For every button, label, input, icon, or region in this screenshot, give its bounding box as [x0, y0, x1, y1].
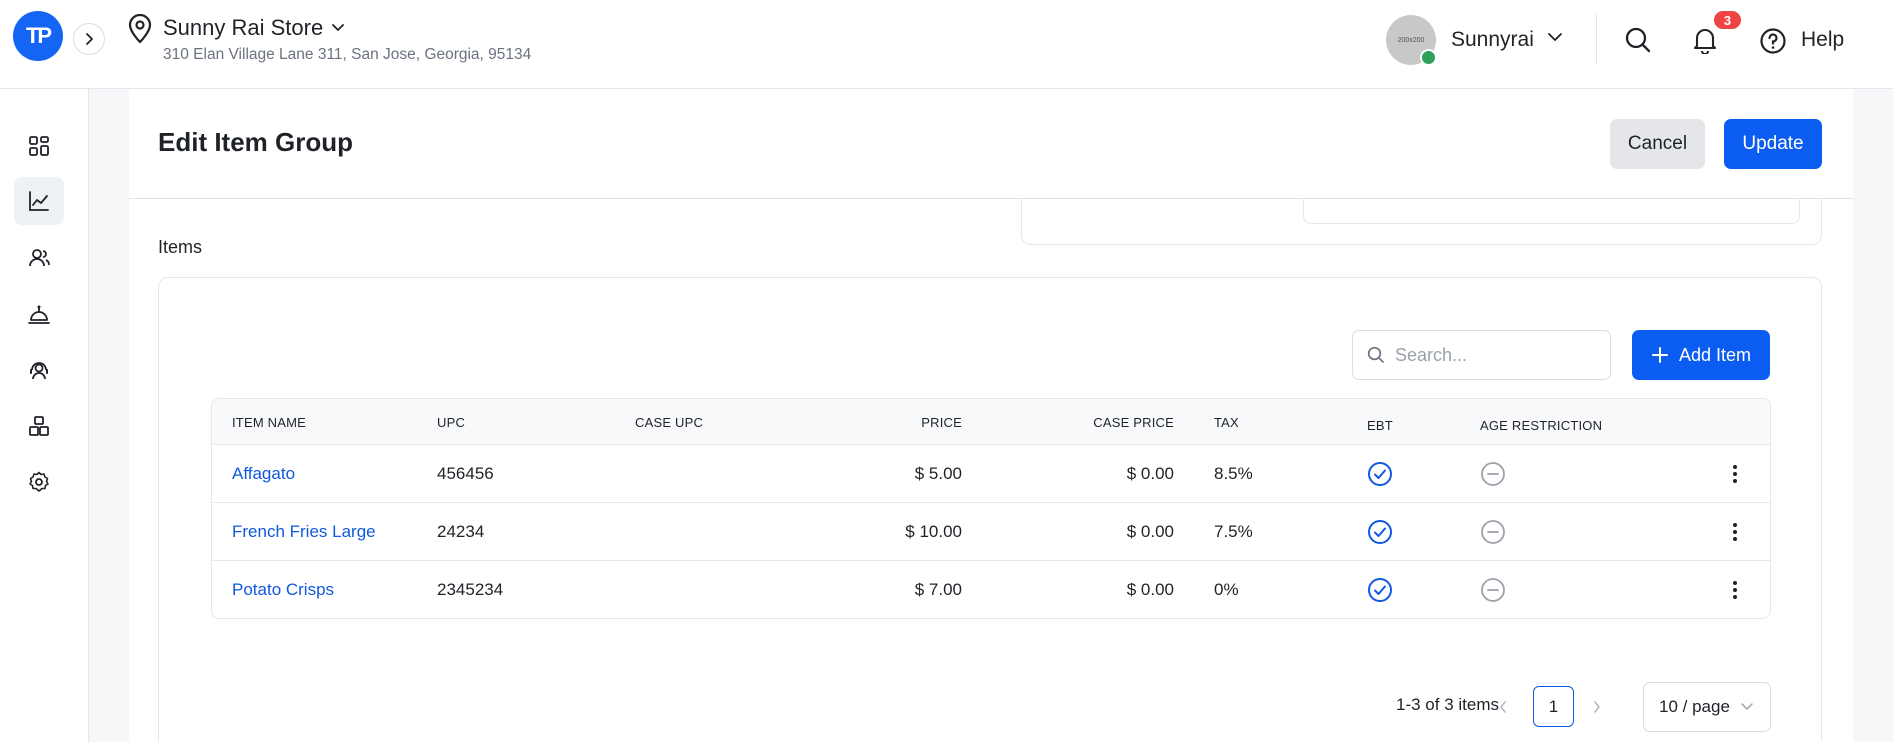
age-restriction-minus-circle-icon — [1481, 520, 1505, 544]
help-icon[interactable] — [1759, 27, 1787, 55]
pagination-next-chevron-icon[interactable] — [1592, 700, 1602, 714]
help-link[interactable]: Help — [1801, 28, 1844, 52]
item-case-price: $ 0.00 — [1126, 464, 1174, 483]
add-item-button[interactable]: Add Item — [1632, 330, 1770, 380]
item-name-link[interactable]: French Fries Large — [232, 522, 376, 542]
pagination-prev-chevron-icon[interactable] — [1498, 700, 1508, 714]
column-header-case-price[interactable]: CASE PRICE — [1012, 415, 1174, 430]
bell-icon[interactable] — [1692, 26, 1718, 54]
page-title: Edit Item Group — [158, 127, 353, 157]
column-header-age-restriction[interactable]: AGE RESTRICTION — [1480, 418, 1602, 433]
page-size-value: 10 / page — [1659, 697, 1730, 716]
item-upc: 2345234 — [437, 580, 504, 599]
item-price: $ 7.00 — [914, 580, 962, 599]
page-header: Edit Item Group Cancel Update — [129, 89, 1853, 199]
location-pin-icon — [128, 14, 152, 44]
previous-section-card — [1021, 199, 1822, 245]
pagination-page-button[interactable]: 1 — [1533, 686, 1574, 727]
item-tax: 7.5% — [1214, 522, 1253, 541]
chart-icon — [29, 191, 49, 211]
chevron-down-icon — [332, 24, 345, 31]
chevron-right-icon — [86, 33, 93, 45]
items-section-label: Items — [158, 237, 203, 257]
dashboard-icon — [29, 136, 49, 156]
search-icon — [1367, 346, 1384, 363]
top-bar: TP Sunny Rai Store 310 Elan Village Lane… — [0, 0, 1893, 89]
boxes-icon — [29, 416, 49, 436]
ebt-check-circle-icon — [1368, 462, 1392, 486]
table-header: ITEM NAME UPC CASE UPC PRICE CASE PRICE … — [212, 399, 1770, 445]
sidebar-item-services[interactable] — [14, 290, 64, 338]
table-row: French Fries Large 24234 $ 10.00 $ 0.00 … — [212, 503, 1770, 561]
pagination-summary: 1-3 of 3 items — [1396, 695, 1499, 714]
item-price: $ 10.00 — [905, 522, 962, 541]
item-name-link[interactable]: Potato Crisps — [232, 580, 334, 600]
service-bell-icon — [28, 305, 50, 324]
row-actions-kebab-icon[interactable] — [1732, 522, 1738, 542]
header-divider — [1596, 14, 1597, 64]
store-selector[interactable]: Sunny Rai Store — [163, 15, 345, 41]
user-name[interactable]: Sunnyrai — [1451, 28, 1534, 52]
row-actions-kebab-icon[interactable] — [1732, 580, 1738, 600]
item-upc: 456456 — [437, 464, 494, 483]
page-size-select[interactable]: 10 / page — [1643, 682, 1771, 732]
notification-badge: 3 — [1712, 9, 1743, 31]
sidebar-item-inventory[interactable] — [14, 402, 64, 450]
items-table: ITEM NAME UPC CASE UPC PRICE CASE PRICE … — [211, 398, 1771, 619]
sidebar-item-settings[interactable] — [14, 458, 64, 506]
previous-section-input[interactable] — [1303, 199, 1800, 224]
app-logo[interactable]: TP — [13, 11, 63, 61]
row-actions-kebab-icon[interactable] — [1732, 464, 1738, 484]
item-name-link[interactable]: Affagato — [232, 464, 295, 484]
table-row: Affagato 456456 $ 5.00 $ 0.00 8.5% — [212, 445, 1770, 503]
sidebar — [0, 89, 89, 742]
expand-sidebar-button[interactable] — [73, 23, 105, 55]
items-search-field[interactable] — [1352, 330, 1611, 380]
column-header-tax[interactable]: TAX — [1214, 415, 1239, 430]
user-menu-chevron-down-icon[interactable] — [1547, 31, 1563, 43]
update-button[interactable]: Update — [1724, 119, 1822, 169]
column-header-item-name[interactable]: ITEM NAME — [232, 415, 306, 430]
ebt-check-circle-icon — [1368, 578, 1392, 602]
users-icon — [29, 249, 50, 267]
items-search-input[interactable] — [1395, 344, 1595, 366]
age-restriction-minus-circle-icon — [1481, 578, 1505, 602]
gear-icon — [29, 471, 49, 492]
customer-support-icon — [30, 362, 48, 380]
table-row: Potato Crisps 2345234 $ 7.00 $ 0.00 0% — [212, 561, 1770, 618]
sidebar-item-dashboard[interactable] — [14, 122, 64, 170]
search-icon[interactable] — [1624, 26, 1652, 54]
column-header-price[interactable]: PRICE — [812, 415, 962, 430]
store-name: Sunny Rai Store — [163, 15, 324, 40]
sidebar-item-reports[interactable] — [14, 177, 64, 225]
avatar-placeholder-text: 200x200 — [1397, 36, 1425, 44]
online-status-dot — [1420, 49, 1437, 66]
content-panel: Edit Item Group Cancel Update Items Add … — [129, 89, 1853, 742]
items-card: Add Item ITEM NAME UPC CASE UPC PRICE CA… — [158, 277, 1822, 742]
item-case-price: $ 0.00 — [1126, 580, 1174, 599]
add-item-label: Add Item — [1678, 344, 1752, 365]
sidebar-item-support[interactable] — [14, 346, 64, 394]
item-case-price: $ 0.00 — [1126, 522, 1174, 541]
item-tax: 0% — [1214, 580, 1239, 599]
plus-icon — [1651, 347, 1668, 363]
ebt-check-circle-icon — [1368, 520, 1392, 544]
age-restriction-minus-circle-icon — [1481, 462, 1505, 486]
chevron-down-icon — [1741, 703, 1753, 710]
cancel-button[interactable]: Cancel — [1610, 119, 1705, 169]
item-upc: 24234 — [437, 522, 485, 541]
main-area: Edit Item Group Cancel Update Items Add … — [89, 89, 1893, 742]
column-header-upc[interactable]: UPC — [437, 415, 465, 430]
item-tax: 8.5% — [1214, 464, 1253, 483]
column-header-ebt[interactable]: EBT — [1367, 418, 1393, 433]
column-header-case-upc[interactable]: CASE UPC — [635, 415, 703, 430]
store-address: 310 Elan Village Lane 311, San Jose, Geo… — [163, 46, 532, 63]
item-price: $ 5.00 — [914, 464, 962, 483]
sidebar-item-users[interactable] — [14, 234, 64, 282]
